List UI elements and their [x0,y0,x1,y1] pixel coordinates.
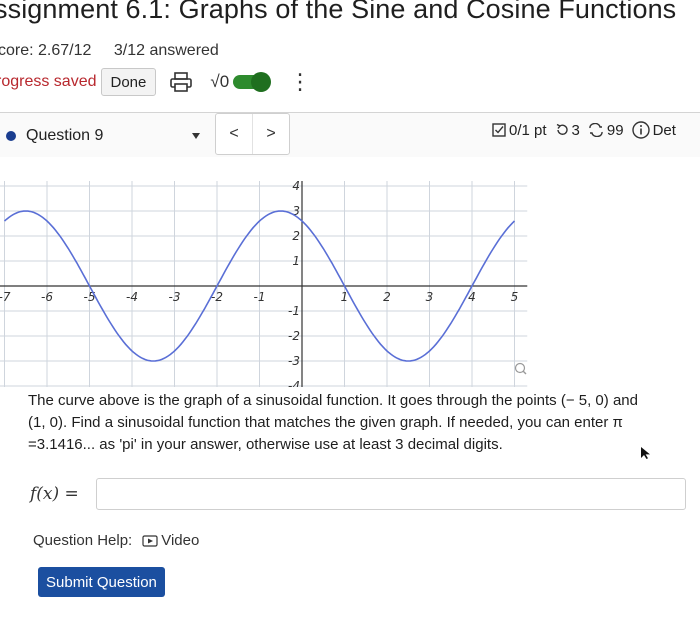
problem-line-3: =3.1416... as 'pi' in your answer, other… [28,436,503,453]
graph-axes [0,181,528,387]
answer-label: f(x) = [30,484,79,504]
y-tick-label: -1 [288,304,300,318]
chevron-down-icon [192,133,200,139]
x-tick-label: -7 [0,290,11,304]
retries-count: 3 [571,121,580,139]
attempts-icon [589,123,603,137]
score-text: core: 2.67/12 [0,42,92,59]
answer-row: f(x) = [30,478,686,510]
assignment-title: ssignment 6.1: Graphs of the Sine and Co… [0,0,677,24]
x-tick-label: -1 [254,290,266,304]
question-pager: < > [215,113,290,155]
mouse-cursor-icon [641,447,650,459]
y-tick-label: -2 [288,329,300,343]
question-help: Question Help: Video [33,532,199,549]
y-tick-label: 4 [292,179,300,193]
details-link: Det [652,121,676,139]
next-question-button[interactable]: > [252,114,289,154]
kebab-menu-icon[interactable]: ⋮ [289,71,311,93]
printer-icon[interactable] [170,72,193,92]
y-tick-label: 1 [292,254,300,268]
x-tick-label: -4 [126,290,138,304]
x-tick-label: 2 [383,290,391,304]
video-icon [142,534,158,547]
problem-line-1: The curve above is the graph of a sinuso… [28,392,638,409]
math-toggle-switch[interactable] [233,72,272,92]
points-item: 0/1 pt [492,122,547,139]
graph-grid [0,181,528,387]
points-text: 0/1 pt [509,121,547,139]
math-toggle-label: √0 [210,72,230,91]
question-help-label: Question Help: [33,532,133,549]
score-line: core: 2.67/12 3/12 answered [0,42,237,60]
submit-question-button[interactable]: Submit Question [38,567,165,597]
question-nav-bar: Question 9 < > 0/1 pt 3 99 Det [0,112,700,157]
problem-statement: The curve above is the graph of a sinuso… [28,390,698,456]
attempts-item: 99 [588,122,624,139]
question-meta: 0/1 pt 3 99 Det [492,121,684,139]
y-tick-label: -3 [288,354,300,368]
prev-question-button[interactable]: < [216,114,252,154]
question-select[interactable]: Question 9 [6,123,206,149]
y-tick-label: -4 [288,379,300,387]
toggle-knob [251,72,272,92]
x-tick-label: -3 [169,290,181,304]
checkbox-icon [492,123,506,137]
sinusoid-graph: -7-6-5-4-3-2-1123454321-1-2-3-4 [0,179,528,387]
y-tick-label: 2 [292,229,300,243]
details-item[interactable]: Det [631,121,676,139]
x-tick-label: 5 [511,290,519,304]
question-status-dot [6,131,16,141]
question-select-label: Question 9 [26,127,104,144]
answered-count: 3/12 answered [113,42,219,59]
x-tick-label: 3 [426,290,434,304]
progress-row: rogress saved Done √0 ⋮ [0,68,311,96]
info-icon [631,121,650,139]
video-help-link[interactable]: Video [142,532,199,549]
x-tick-label: -6 [41,290,53,304]
progress-status: rogress saved [0,73,97,90]
answer-input[interactable] [96,478,686,510]
attempts-count: 99 [606,121,624,139]
problem-line-2: (1, 0). Find a sinusoidal function that … [28,414,623,431]
retry-icon [556,123,568,135]
done-button[interactable]: Done [100,68,157,96]
video-link-label: Video [161,532,200,549]
magnify-icon [514,362,527,375]
retries-item: 3 [555,122,580,139]
